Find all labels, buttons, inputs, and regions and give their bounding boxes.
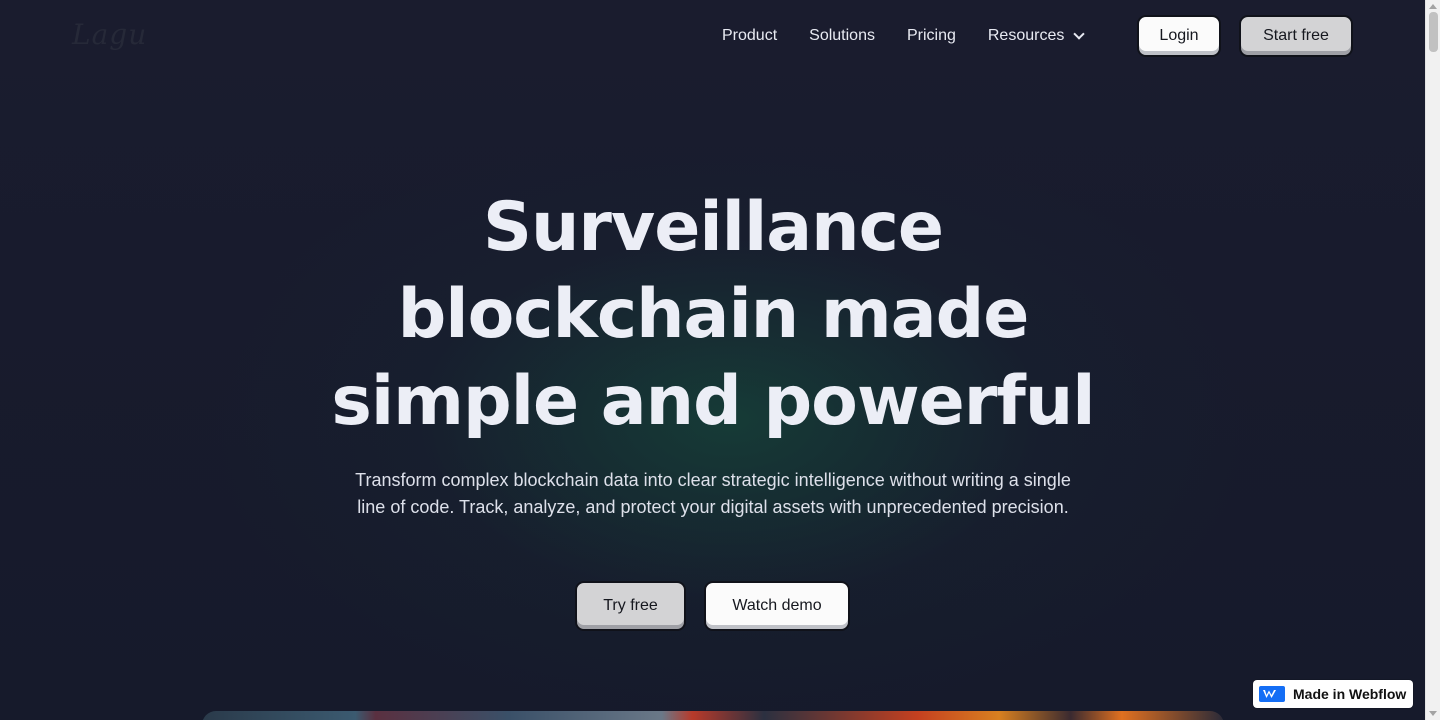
hero-title-line-2: blockchain made [397,275,1030,354]
chevron-down-icon [1073,28,1086,40]
made-in-webflow-badge[interactable]: Made in Webflow [1253,680,1413,708]
scrollbar-thumb[interactable] [1429,12,1438,52]
webflow-logo-icon [1259,686,1285,702]
hero-title-line-3: simple and powerful [331,362,1095,441]
scroll-up-arrow-icon[interactable] [1429,4,1437,9]
nav-solutions[interactable]: Solutions [809,27,875,45]
page-scrollbar[interactable] [1425,0,1440,720]
main-nav: Product Solutions Pricing Resources [722,16,1086,56]
try-free-button[interactable]: Try free [575,581,686,631]
brand-logo[interactable]: Lagu [72,18,147,51]
product-preview-image [202,711,1224,720]
login-button[interactable]: Login [1137,15,1221,57]
scroll-down-arrow-icon[interactable] [1429,711,1437,716]
hero-title-line-1: Surveillance [482,188,944,267]
made-in-webflow-label: Made in Webflow [1293,686,1407,702]
hero-title: Surveillance blockchain made simple and … [300,184,1126,445]
nav-pricing[interactable]: Pricing [907,27,956,45]
start-free-button[interactable]: Start free [1239,15,1353,57]
nav-resources-dropdown[interactable]: Resources [987,27,1086,45]
hero-subtitle: Transform complex blockchain data into c… [355,470,1071,517]
nav-product[interactable]: Product [722,27,777,45]
nav-resources-label: Resources [987,27,1065,44]
watch-demo-button[interactable]: Watch demo [704,581,850,631]
